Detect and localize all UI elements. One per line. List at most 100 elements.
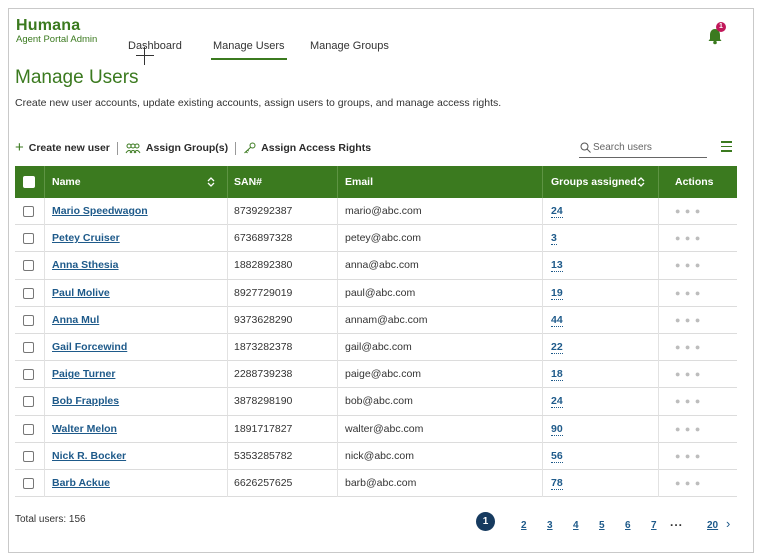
pagination-page[interactable]: 2 [521, 520, 527, 531]
groups-assigned-link[interactable]: 13 [551, 259, 563, 273]
table-row: Walter Melon 1891717827 walter@abc.com 90 ● … [15, 415, 737, 443]
brand-name: Humana [16, 17, 81, 34]
groups-assigned-link[interactable]: 56 [551, 450, 563, 463]
toolbar-divider [116, 141, 118, 155]
humana-logo[interactable]: Humana Agent Portal Admin [16, 17, 97, 45]
user-san: 1891717827 [234, 422, 293, 435]
groups-assigned-link[interactable]: 78 [551, 477, 563, 490]
row-checkbox[interactable] [23, 450, 34, 462]
pagination-page[interactable]: 6 [625, 520, 631, 531]
user-email: anna@abc.com [345, 259, 419, 272]
toolbar: + Create new user Assign Group(s) Assign… [15, 140, 371, 155]
groups-assigned-link[interactable]: 90 [551, 423, 563, 436]
user-san: 8739292387 [234, 205, 293, 217]
crosshair-cursor-icon [136, 47, 154, 65]
row-checkbox[interactable] [23, 260, 34, 272]
user-san: 6626257625 [234, 477, 293, 489]
table-row: Anna Sthesia 1882892380 anna@abc.com 13 ● ● … [15, 252, 737, 280]
menu-icon[interactable] [717, 137, 737, 155]
search-input[interactable] [593, 140, 705, 155]
user-email: bob@abc.com [345, 395, 413, 408]
row-checkbox[interactable] [23, 206, 34, 217]
row-checkbox[interactable] [23, 423, 34, 435]
assign-access-rights-button[interactable]: Assign Access Rights [243, 142, 371, 154]
assign-groups-label: Assign Group(s) [145, 142, 229, 154]
next-page-icon[interactable]: › [726, 516, 730, 531]
user-email: annam@abc.com [345, 313, 428, 326]
page-title: Manage Users [15, 67, 139, 88]
user-name-link[interactable]: Walter Melon [52, 423, 117, 435]
pagination-ellipsis: ... [670, 515, 684, 529]
row-actions-menu[interactable]: ● ● ● [675, 388, 701, 415]
table-row: Paul Molive 8927729019 paul@abc.com 19 ● ● ● [15, 279, 737, 307]
pagination-page[interactable]: 5 [599, 520, 605, 531]
pagination-page[interactable]: 4 [573, 520, 579, 531]
user-email: paul@abc.com [345, 286, 416, 299]
groups-assigned-link[interactable]: 44 [551, 314, 563, 327]
row-actions-menu[interactable]: ● ● ● [675, 198, 701, 225]
pagination-page-current[interactable]: 1 [476, 512, 495, 531]
user-email: petey@abc.com [345, 232, 422, 245]
row-actions-menu[interactable]: ● ● ● [675, 252, 701, 279]
user-name-link[interactable]: Gail Forcewind [52, 341, 127, 353]
row-actions-menu[interactable]: ● ● ● [675, 470, 701, 497]
pagination-page[interactable]: 3 [547, 520, 553, 531]
user-san: 9373628290 [234, 313, 293, 326]
user-name-link[interactable]: Anna Mul [52, 314, 99, 326]
user-san: 3878298190 [234, 395, 293, 408]
user-email: nick@abc.com [345, 449, 415, 462]
row-actions-menu[interactable]: ● ● ● [675, 225, 701, 252]
row-checkbox[interactable] [23, 287, 34, 299]
row-actions-menu[interactable]: ● ● ● [675, 443, 701, 470]
table-row: Gail Forcewind 1873282378 gail@abc.com 22 ● … [15, 334, 737, 362]
user-san: 2288739238 [234, 368, 293, 381]
row-checkbox[interactable] [23, 369, 34, 381]
assign-access-rights-label: Assign Access Rights [261, 142, 372, 154]
sort-icon[interactable] [207, 176, 215, 188]
row-actions-menu[interactable]: ● ● ● [675, 361, 701, 388]
user-san: 5353285782 [234, 449, 293, 462]
sort-icon[interactable] [637, 176, 645, 188]
pagination-page[interactable]: 7 [651, 520, 657, 531]
nav-manage-users[interactable]: Manage Users [211, 40, 287, 60]
nav-manage-groups[interactable]: Manage Groups [310, 40, 389, 52]
column-header-san: SAN# [234, 176, 263, 188]
user-email: walter@abc.com [345, 422, 424, 435]
select-all-checkbox[interactable] [23, 176, 35, 188]
user-name-link[interactable]: Bob Frapples [52, 395, 119, 407]
user-name-link[interactable]: Paige Turner [52, 368, 115, 380]
assign-groups-button[interactable]: Assign Group(s) [125, 142, 228, 154]
column-header-groups[interactable]: Groups assigned [551, 166, 637, 198]
pagination-page-last[interactable]: 20 [707, 520, 718, 531]
column-header-name[interactable]: Name [52, 166, 81, 198]
user-email: barb@abc.com [345, 477, 417, 489]
user-name-link[interactable]: Petey Cruiser [52, 232, 120, 244]
row-actions-menu[interactable]: ● ● ● [675, 280, 701, 307]
user-name-link[interactable]: Anna Sthesia [52, 259, 119, 271]
search-icon [580, 142, 591, 153]
user-name-link[interactable]: Paul Molive [52, 287, 110, 299]
groups-assigned-link[interactable]: 24 [551, 205, 563, 218]
row-checkbox[interactable] [23, 233, 34, 245]
row-actions-menu[interactable]: ● ● ● [675, 307, 701, 334]
row-actions-menu[interactable]: ● ● ● [675, 416, 701, 443]
user-name-link[interactable]: Nick R. Bocker [52, 450, 126, 462]
groups-assigned-link[interactable]: 18 [551, 368, 563, 382]
groups-assigned-link[interactable]: 24 [551, 395, 563, 409]
row-checkbox[interactable] [23, 342, 34, 353]
user-email: gail@abc.com [345, 341, 412, 353]
groups-assigned-link[interactable]: 3 [551, 232, 557, 246]
table-row: Paige Turner 2288739238 paige@abc.com 18 ● ●… [15, 361, 737, 389]
row-checkbox[interactable] [23, 478, 34, 489]
row-actions-menu[interactable]: ● ● ● [675, 334, 701, 361]
groups-assigned-link[interactable]: 19 [551, 287, 563, 300]
page-description: Create new user accounts, update existin… [15, 97, 502, 109]
user-email: mario@abc.com [345, 205, 422, 217]
create-user-button[interactable]: + Create new user [15, 140, 110, 155]
groups-assigned-link[interactable]: 22 [551, 341, 563, 354]
user-name-link[interactable]: Mario Speedwagon [52, 205, 148, 217]
row-checkbox[interactable] [23, 314, 34, 326]
row-checkbox[interactable] [23, 396, 34, 408]
user-san: 8927729019 [234, 286, 293, 299]
user-name-link[interactable]: Barb Ackue [52, 477, 110, 489]
